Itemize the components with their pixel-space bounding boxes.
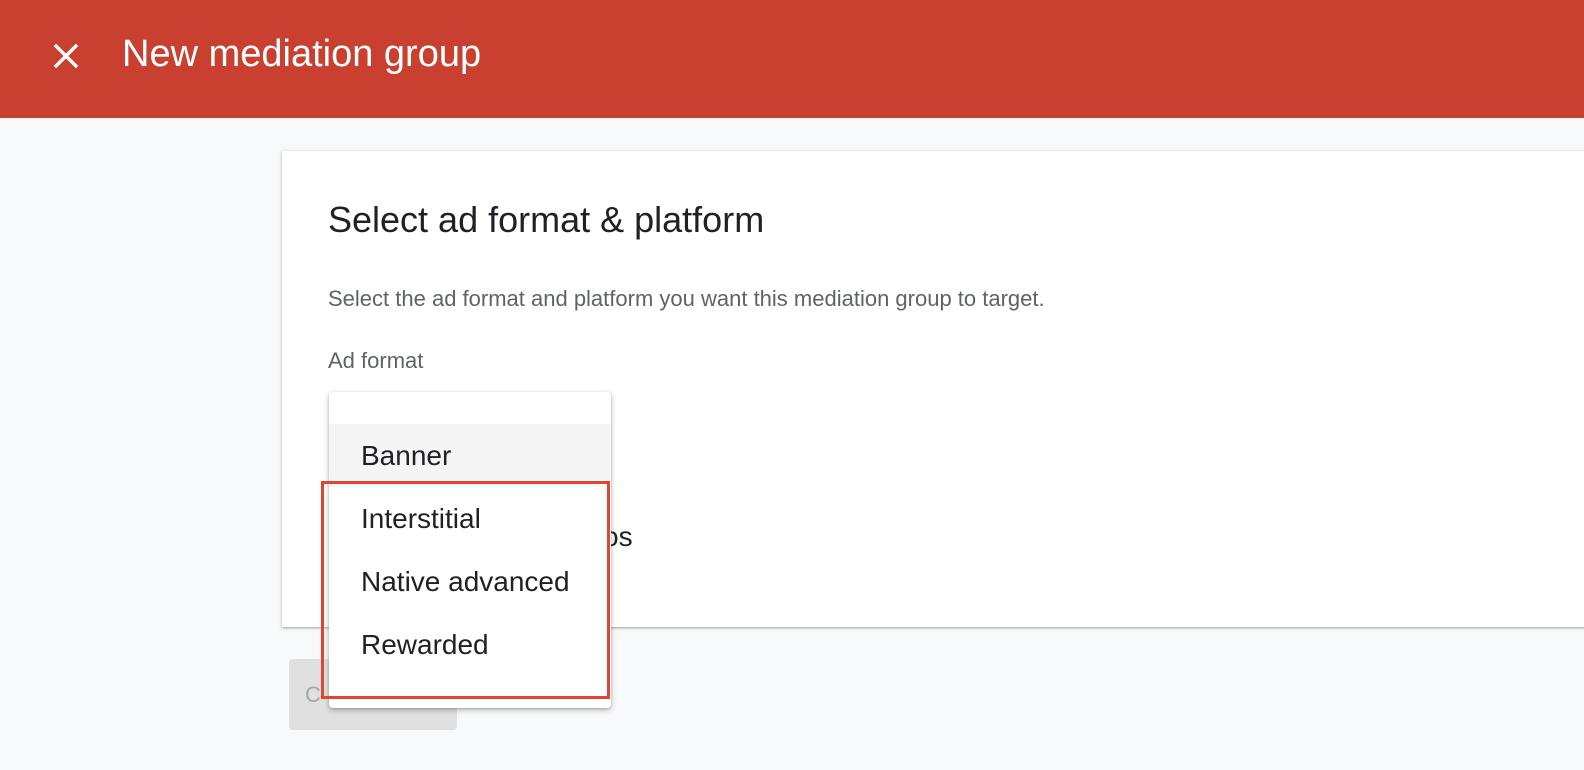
ad-format-option-native-advanced[interactable]: Native advanced [329, 550, 611, 613]
page-title: New mediation group [122, 33, 482, 75]
ad-format-label: Ad format [328, 348, 424, 373]
close-button[interactable] [40, 30, 92, 82]
close-icon [53, 43, 79, 69]
app-header: New mediation group [0, 0, 1584, 118]
card-title: Select ad format & platform [328, 199, 765, 240]
ad-format-dropdown-menu: Banner Interstitial Native advanced Rewa… [329, 392, 611, 708]
ad-format-option-interstitial[interactable]: Interstitial [329, 487, 611, 550]
card-description: Select the ad format and platform you wa… [328, 286, 1045, 311]
ad-format-option-rewarded[interactable]: Rewarded [329, 613, 611, 676]
ad-format-option-banner[interactable]: Banner [329, 424, 611, 487]
